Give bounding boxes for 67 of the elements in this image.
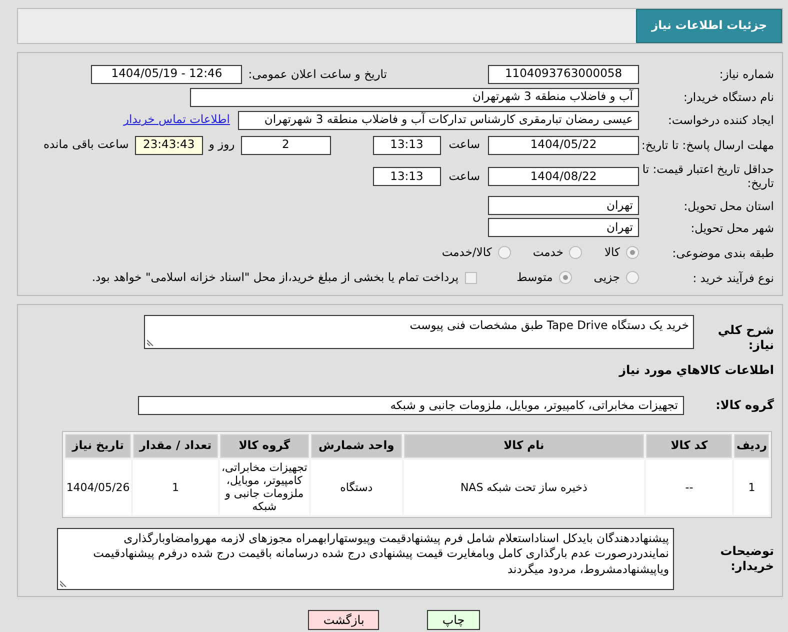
field-label: توضیحات خریدار: (719, 544, 774, 574)
field-label: مهلت ارسال پاسخ: تا تاریخ: (640, 138, 774, 152)
buyer-org-field[interactable]: آب و فاضلاب منطقه 3 شهرتهران (190, 88, 639, 106)
validity-date-field[interactable]: 1404/08/22 (488, 166, 639, 186)
resize-grip-icon[interactable] (147, 338, 155, 346)
option-label: متوسط (516, 269, 553, 286)
field-label: شرح کلي نياز: (716, 322, 774, 353)
column-header: کد کالا (646, 434, 732, 458)
field-label: حداقل تاریخ اعتبار قیمت: تا تاریخ: (641, 162, 774, 191)
announce-date-field[interactable]: 1404/05/19 - 12:46 (91, 64, 242, 84)
option-label: کالا (604, 244, 620, 262)
deadline-time-field[interactable]: 13:13 (372, 136, 441, 154)
buyer-notes-text: پیشنهاددهندگان بایدکل اسناداستعلام شامل فرم پیشنهادقیمت وپیوستهارابهمراه مجوزهای لازمه مهروامضاوبارگذاری نمایندردرصورت عدم بارگذاری کامل وبامغایرت قیمت پیشنهادی درج شده درسامانه باقیمت درج شده درفرم پیشنهادقیمت وياپیشنهادمشروط، مردود میگردند (93, 530, 669, 576)
column-header: تاریخ نیاز (65, 434, 132, 458)
section-title: اطلاعات كالاهاي مورد نياز (619, 362, 774, 379)
option-label: جزیی (594, 269, 620, 286)
table-cell: تجهیزات مخابراتی، کامپیوتر، موبایل، ملزومات جانبی و شبکه (220, 460, 309, 514)
option-label: کالا/خدمت (442, 244, 492, 262)
table-cell: دستگاه (310, 460, 402, 514)
field-label: شهر محل تحویل: (690, 220, 774, 235)
time-label: ساعت (448, 136, 480, 154)
column-header: واحد شمارش (310, 434, 402, 458)
days-field[interactable]: 2 (240, 136, 331, 154)
field-label: نوع فرآیند خرید : (692, 270, 774, 285)
deadline-date-field[interactable]: 1404/05/22 (488, 136, 639, 154)
table-cell: ذخیره ساز تحت شبکه NAS (404, 460, 644, 514)
checkbox[interactable] (464, 272, 477, 284)
field-label: طبقه بندی موضوعی: (671, 246, 774, 260)
remaining-time-field: 23:43:43 (134, 136, 203, 154)
table-cell: 1 (734, 460, 769, 514)
days-label: روز و (208, 136, 235, 154)
field-label: ایجاد کننده درخواست: (667, 112, 774, 128)
radio-button[interactable] (626, 246, 639, 260)
column-header: نام کالا (404, 434, 644, 458)
requester-field[interactable]: عیسی رمضان تبارمقری کارشناس تدارکات آب و فاضلاب منطقه 3 شهرتهران (238, 110, 639, 130)
description-text: خرید یک دستگاه Tape Drive طبق مشخصات فنی پیوست (410, 318, 689, 332)
field-label: گروه کالا: (714, 398, 774, 414)
option-label: خدمت (532, 244, 564, 262)
city-field[interactable]: تهران (488, 218, 639, 238)
radio-button[interactable] (498, 246, 511, 260)
description-field[interactable]: خرید یک دستگاه Tape Drive طبق مشخصات فنی پیوست (144, 314, 694, 349)
buyer-notes-field[interactable] (57, 528, 674, 590)
column-header: گروه کالا (220, 434, 309, 458)
resize-grip-icon[interactable] (60, 578, 68, 586)
remaining-label: ساعت باقی مانده (44, 136, 129, 154)
radio-button[interactable] (558, 271, 572, 284)
contact-link[interactable]: اطلاعات تماس خریدار (123, 111, 230, 129)
payment-note: پرداخت تمام یا بخشی از مبلغ خرید،از محل "اسناد خزانه اسلامی" خواهد بود. (92, 269, 459, 286)
table-cell: 1404/05/26 (65, 460, 132, 514)
field-label: نام دستگاه خریدار: (682, 90, 774, 104)
validity-time-field[interactable]: 13:13 (372, 166, 441, 186)
time-label: ساعت (448, 168, 480, 185)
column-header: تعداد / مقدار (133, 434, 218, 458)
field-label: استان محل تحویل: (682, 198, 774, 213)
column-header: ردیف (734, 434, 769, 458)
need-number-field[interactable]: 1104093763000058 (488, 64, 639, 84)
back-button[interactable]: بازگشت (308, 610, 380, 630)
table-cell: 1 (133, 460, 218, 514)
radio-button[interactable] (626, 271, 639, 284)
table-cell: -- (646, 460, 732, 514)
province-field[interactable]: تهران (488, 196, 639, 216)
field-label: تاریخ و ساعت اعلان عمومی: (248, 66, 387, 82)
goods-group-field[interactable]: تجهیزات مخابراتی، کامپیوتر، موبایل، ملزومات جانبی و شبکه (138, 396, 684, 416)
page-title: جزئیات اطلاعات نیاز (636, 9, 782, 43)
print-button[interactable]: چاپ (427, 610, 480, 630)
radio-button[interactable] (569, 246, 582, 260)
field-label: شماره نیاز: (718, 66, 774, 82)
